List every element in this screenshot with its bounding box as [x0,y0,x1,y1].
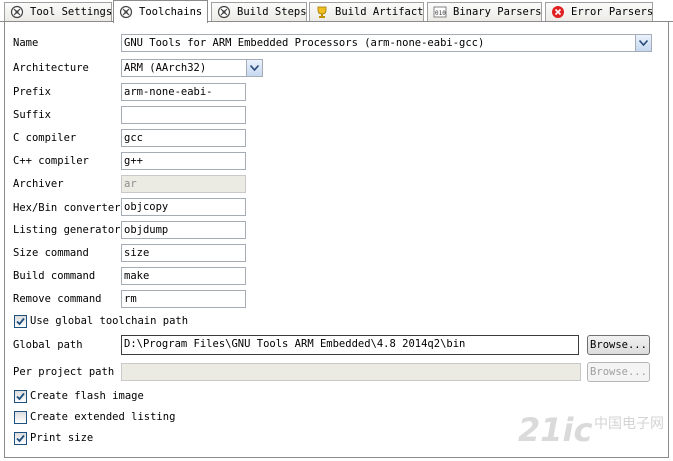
tab-label: Toolchains [139,6,203,18]
archiver-label: Archiver [13,178,64,190]
watermark-logo: 21ic 中国电子网 [516,407,666,455]
browse-global-path-button[interactable]: Browse... [587,335,650,355]
architecture-label: Architecture [13,62,89,74]
print-size-label: Print size [30,432,94,444]
use-global-path-checkbox[interactable] [14,315,27,328]
archiver-field: ar [121,175,246,193]
architecture-select[interactable]: ARM (AArch32) [121,59,263,77]
tab-build-steps[interactable]: Build Steps [211,2,307,21]
tab-label: Error Parsers [571,6,654,18]
listing-label: Listing generator [13,224,121,236]
tab-label: Build Steps [237,6,307,18]
toolchain-settings-window: { "tabs": [ {"label": "Tool Settings", "… [0,0,673,461]
create-extended-listing-checkbox[interactable] [14,411,27,424]
use-global-path-label: Use global toolchain path [30,315,189,327]
cpp-compiler-label: C++ compiler [13,155,89,167]
tab-tool-settings[interactable]: Tool Settings [4,2,112,21]
binary-parsers-icon: 010 [433,5,447,19]
global-path-field[interactable]: D:\Program Files\GNU Tools ARM Embedded\… [121,335,579,355]
watermark-cn-text: 中国电子网 [594,416,664,432]
tab-error-parsers[interactable]: Error Parsers [545,2,653,21]
tab-build-artifact[interactable]: Build Artifact [309,2,424,21]
suffix-field[interactable] [121,106,246,124]
create-flash-image-label: Create flash image [30,390,144,402]
chevron-down-icon[interactable] [246,60,262,76]
global-path-label: Global path [13,339,83,351]
prefix-label: Prefix [13,86,51,98]
tool-settings-icon [10,5,24,19]
tab-toolchains[interactable]: Toolchains [113,0,208,23]
listing-field[interactable]: objdump [121,221,246,239]
tab-binary-parsers[interactable]: 010 Binary Parsers [427,2,542,21]
create-flash-image-checkbox[interactable] [14,390,27,403]
size-command-field[interactable]: size [121,244,246,262]
create-extended-listing-label: Create extended listing [30,411,176,423]
toolchains-icon [119,5,133,19]
hexbin-field[interactable]: objcopy [121,198,246,216]
browse-per-project-button: Browse... [587,362,650,382]
architecture-select-value: ARM (AArch32) [124,62,207,74]
name-label: Name [13,37,39,49]
remove-command-field[interactable]: rm [121,290,246,308]
per-project-path-field [121,363,581,381]
tab-label: Tool Settings [30,6,113,18]
name-select-value: GNU Tools for ARM Embedded Processors (a… [124,37,485,49]
build-command-field[interactable]: make [121,267,246,285]
tab-label: Binary Parsers [453,6,542,18]
remove-command-label: Remove command [13,293,102,305]
name-select[interactable]: GNU Tools for ARM Embedded Processors (a… [121,34,652,52]
prefix-field[interactable]: arm-none-eabi- [121,83,246,101]
tab-label: Build Artifact [335,6,424,18]
c-compiler-field[interactable]: gcc [121,129,246,147]
print-size-checkbox[interactable] [14,432,27,445]
svg-text:010: 010 [435,10,446,17]
tab-bar: Tool Settings Toolchains Build Steps Bui… [0,0,673,23]
build-command-label: Build command [13,270,96,282]
watermark-text: 21ic [518,411,593,449]
cpp-compiler-field[interactable]: g++ [121,152,246,170]
error-icon [551,5,565,19]
chevron-down-icon[interactable] [635,35,651,51]
hexbin-label: Hex/Bin converter [13,202,121,214]
build-steps-icon [217,5,231,19]
c-compiler-label: C compiler [13,132,77,144]
suffix-label: Suffix [13,109,51,121]
build-artifact-icon [315,5,329,19]
per-project-path-label: Per project path [13,366,115,378]
size-command-label: Size command [13,247,89,259]
